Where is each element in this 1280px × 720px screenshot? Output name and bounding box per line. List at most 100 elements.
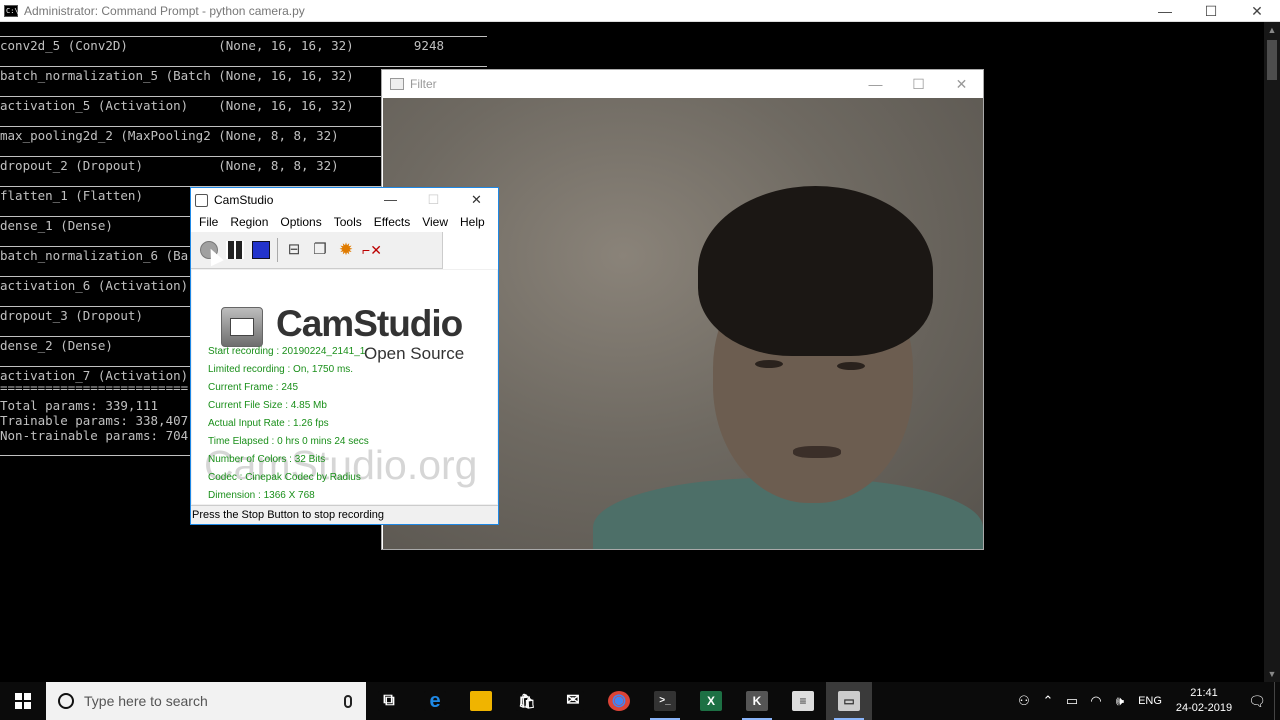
store-icon: 🛍: [516, 691, 538, 711]
chevron-up-icon[interactable]: ⌃: [1036, 693, 1060, 709]
clock-date: 24-02-2019: [1175, 702, 1233, 714]
maximize-button[interactable]: ☐: [1188, 0, 1234, 21]
close-button[interactable]: ✕: [455, 188, 498, 212]
camstudio-logo-text: CamStudio: [276, 303, 463, 344]
gear-icon: ✹: [338, 240, 354, 259]
store-button[interactable]: 🛍: [504, 682, 550, 720]
camstudio-titlebar[interactable]: CamStudio — ☐ ✕: [191, 188, 498, 212]
console-line: =========================: [0, 380, 189, 395]
console-line: dense_1 (Dense): [0, 218, 113, 233]
filter-app-icon: [390, 78, 404, 90]
region-button[interactable]: ⌐✕: [362, 240, 382, 260]
pause-icon: [226, 241, 244, 259]
battery-icon[interactable]: ▭: [1060, 693, 1084, 709]
notes-button[interactable]: ≡: [780, 682, 826, 720]
copy-icon: ❐: [313, 241, 327, 258]
edge-button[interactable]: e: [412, 682, 458, 720]
maximize-button[interactable]: ☐: [897, 70, 940, 98]
menu-file[interactable]: File: [193, 215, 224, 229]
stat-start-recording: Start recording : 20190224_2141_1: [208, 346, 366, 357]
stat-limited-recording: Limited recording : On, 1750 ms.: [208, 364, 354, 375]
language-indicator[interactable]: ENG: [1132, 695, 1168, 707]
scroll-up-icon[interactable]: ▲: [1264, 22, 1280, 38]
menu-view[interactable]: View: [416, 215, 454, 229]
options-button[interactable]: ✹: [336, 240, 356, 260]
person-mouth: [793, 446, 841, 458]
clock-time: 21:41: [1190, 687, 1218, 699]
wifi-icon[interactable]: ◠: [1084, 693, 1108, 709]
people-icon[interactable]: ⚇: [1012, 693, 1036, 709]
console-line: Non-trainable params: 704: [0, 428, 189, 443]
stat-codec: Codec : Cinepak Codec by Radius: [208, 472, 361, 483]
camstudio-taskbar-button[interactable]: K: [734, 682, 780, 720]
stat-current-frame: Current Frame : 245: [208, 382, 299, 393]
chrome-icon: ◉: [608, 691, 630, 711]
camstudio-menubar: File Region Options Tools Effects View H…: [191, 212, 498, 232]
camstudio-logo-subtitle: Open Source: [364, 344, 465, 363]
camstudio-window-title: CamStudio: [214, 193, 274, 207]
window-icon: ▭: [838, 691, 860, 711]
stop-button[interactable]: [251, 240, 271, 260]
minimize-button[interactable]: —: [1142, 0, 1188, 21]
search-placeholder: Type here to search: [84, 693, 208, 709]
minimize-button[interactable]: —: [854, 70, 897, 98]
person-eye: [837, 362, 865, 370]
stat-time-elapsed: Time Elapsed : 0 hrs 0 mins 24 secs: [208, 436, 369, 447]
annotation-button[interactable]: ⊟: [284, 240, 304, 260]
camstudio-window[interactable]: CamStudio — ☐ ✕ File Region Options Tool…: [190, 187, 499, 525]
camstudio-logo-icon: [221, 307, 263, 347]
console-line: dense_2 (Dense): [0, 338, 113, 353]
divider: [0, 36, 487, 37]
close-button[interactable]: ✕: [1234, 0, 1280, 21]
console-line: dropout_2 (Dropout) (None, 8, 8, 32): [0, 158, 339, 173]
cmd-scrollbar[interactable]: ▲ ▼: [1264, 22, 1280, 682]
volume-icon[interactable]: 🕪: [1108, 693, 1132, 709]
maximize-button: ☐: [427, 192, 440, 207]
mail-button[interactable]: ✉: [550, 682, 596, 720]
autopan-button[interactable]: ❐: [310, 240, 330, 260]
notification-icon[interactable]: 🗨: [1240, 693, 1274, 710]
filter-window-title: Filter: [410, 77, 437, 91]
menu-tools[interactable]: Tools: [328, 215, 368, 229]
show-desktop-button[interactable]: [1274, 682, 1280, 720]
minimize-button[interactable]: —: [369, 188, 412, 212]
camstudio-window-controls: — ☐ ✕: [369, 188, 498, 212]
scroll-down-icon[interactable]: ▼: [1264, 666, 1280, 682]
camstudio-toolbar: ⊟ ❐ ✹ ⌐✕: [191, 232, 498, 269]
menu-options[interactable]: Options: [274, 215, 327, 229]
notes-icon: ≡: [792, 691, 814, 711]
system-tray: ⚇ ⌃ ▭ ◠ 🕪 ENG 21:41 24-02-2019 🗨: [1012, 682, 1280, 720]
console-line: Total params: 339,111: [0, 398, 159, 413]
console-line: batch_normalization_5 (Batch (None, 16, …: [0, 68, 354, 83]
camstudio-info-panel: CamStudio Open Source CamStudio.org Star…: [192, 270, 497, 504]
menu-region[interactable]: Region: [224, 215, 274, 229]
menu-effects[interactable]: Effects: [368, 215, 416, 229]
filter-titlebar[interactable]: Filter — ☐ ✕: [382, 70, 983, 98]
person-hair: [698, 186, 933, 356]
cmd-titlebar[interactable]: C:\ Administrator: Command Prompt - pyth…: [0, 0, 1280, 22]
start-button[interactable]: [0, 682, 46, 720]
region-cross-icon: ⌐✕: [362, 242, 382, 258]
cortana-icon: [58, 693, 74, 709]
command-prompt-button[interactable]: >_: [642, 682, 688, 720]
chrome-button[interactable]: ◉: [596, 682, 642, 720]
divider: [0, 66, 487, 67]
clock[interactable]: 21:41 24-02-2019: [1168, 686, 1240, 716]
stat-file-size: Current File Size : 4.85 Mb: [208, 400, 327, 411]
microphone-icon[interactable]: [344, 694, 352, 708]
taskbar-search[interactable]: Type here to search: [46, 682, 366, 720]
file-explorer-button[interactable]: ▬: [458, 682, 504, 720]
menu-help[interactable]: Help: [454, 215, 491, 229]
scroll-thumb[interactable]: [1267, 40, 1277, 80]
filter-window-taskbar-button[interactable]: ▭: [826, 682, 872, 720]
console-line: activation_5 (Activation) (None, 16, 16,…: [0, 98, 354, 113]
person-eye: [755, 360, 783, 368]
edge-icon: e: [424, 691, 446, 711]
task-view-icon: ⧉: [378, 691, 400, 711]
task-view-button[interactable]: ⧉: [366, 682, 412, 720]
excel-button[interactable]: X: [688, 682, 734, 720]
pause-button[interactable]: [225, 240, 245, 260]
windows-logo-icon: [15, 693, 31, 709]
taskbar: Type here to search ⧉ e ▬ 🛍 ✉ ◉ >_ X K ≡…: [0, 682, 1280, 720]
close-button[interactable]: ✕: [940, 70, 983, 98]
